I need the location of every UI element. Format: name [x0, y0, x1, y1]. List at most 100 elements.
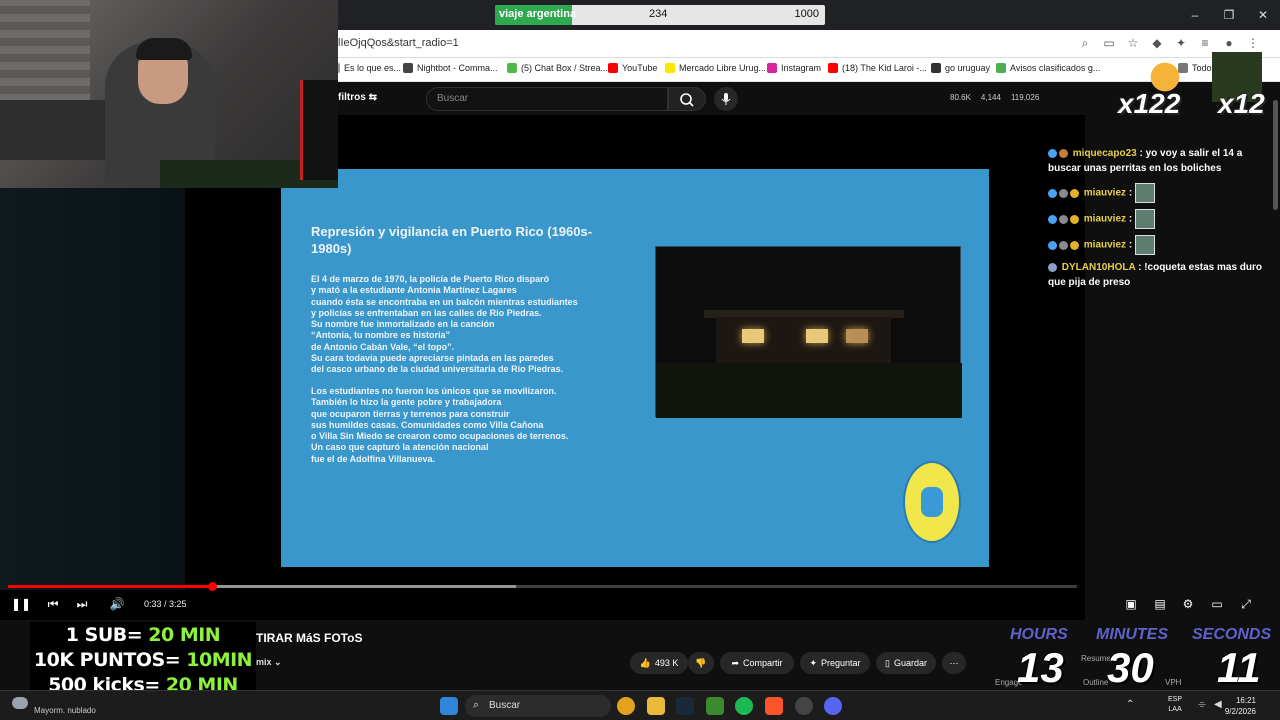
bookmark-item[interactable]: Instagram [767, 63, 821, 73]
subathon-goals: 1 SUB= 20 MIN 10K PUNTOS= 10MIN 500 kick… [30, 622, 256, 698]
settings-gear-icon[interactable]: ⚙ [1180, 596, 1196, 612]
seal-figure [921, 487, 943, 517]
bookmark-label: Todo [1192, 63, 1212, 73]
bookmark-label: (5) Chat Box / Strea... [521, 63, 609, 73]
stream-goal-bar: viaje argentina 234 1000 [495, 5, 825, 25]
network-icon[interactable]: ⌯ [1198, 699, 1206, 710]
menu-list-icon[interactable]: ≡ [1198, 35, 1212, 51]
emote-icon [1134, 209, 1155, 229]
chrome-icon[interactable] [617, 697, 635, 715]
share-button[interactable]: ➦ Compartir [720, 652, 794, 674]
weather-icon[interactable] [12, 697, 28, 709]
bookmark-item[interactable]: Avisos clasificados g... [996, 63, 1100, 73]
bookmark-label: YouTube [622, 63, 658, 73]
search-input[interactable]: Buscar [426, 87, 668, 111]
voice-search-button[interactable] [714, 87, 738, 111]
file-explorer-icon[interactable] [647, 697, 665, 715]
slide-paragraph-1: El 4 de marzo de 1970, la policía de Pue… [311, 274, 578, 375]
search-button[interactable] [668, 87, 706, 111]
chat-username[interactable]: miquecapo23 [1073, 148, 1137, 159]
language-indicator[interactable]: ESP LAA [1168, 695, 1182, 715]
tray-chevron-icon[interactable]: ⌃ [1126, 699, 1134, 710]
bookmark-item[interactable]: Nightbot - Comma... [403, 63, 498, 73]
close-icon[interactable]: ✕ [1246, 0, 1280, 30]
taskbar-search[interactable]: ⌕ Buscar [465, 695, 611, 717]
badge-icon [1048, 240, 1057, 250]
seconds-value: 11 [1217, 644, 1261, 691]
chat-username[interactable]: miauviez [1084, 240, 1126, 251]
previous-icon[interactable]: ⏮ [45, 596, 61, 612]
chat-username[interactable]: miauviez [1084, 214, 1126, 225]
remix-button[interactable]: mix ⌄ [256, 657, 282, 668]
filters-button[interactable]: filtros ⇆ [338, 92, 377, 103]
windows-taskbar: Mayorm. nublado ⌕ Buscar ⌃ ESP LAA ⌯ ◀ 1… [0, 690, 1280, 720]
outline-tab[interactable]: Outline [1083, 678, 1108, 687]
bookmark-icon: ▯ [885, 657, 890, 668]
volume-icon[interactable]: 🔊 [109, 596, 125, 612]
slide-paragraph-2: Los estudiantes no fueron los únicos que… [311, 386, 569, 464]
stream-goal-label: viaje argentina [499, 8, 577, 20]
steam-icon[interactable] [676, 697, 694, 715]
bookmark-item[interactable]: Mercado Libre Urug... [665, 63, 766, 73]
minimize-icon[interactable]: – [1178, 0, 1212, 30]
windows-start-icon[interactable] [440, 697, 458, 715]
obs-icon[interactable] [795, 697, 813, 715]
badge-icon [1070, 240, 1079, 250]
badge-icon [1048, 214, 1057, 224]
bookmark-favicon-icon [507, 63, 517, 73]
like-count: 493 K [654, 658, 679, 668]
bookmark-favicon-icon [608, 63, 618, 73]
stream-goal-current: 234 [649, 8, 668, 20]
badge-icon [1048, 262, 1057, 272]
bookmark-item[interactable]: Es lo que es... [330, 63, 401, 73]
chat-username[interactable]: DYLAN10HOLA [1062, 262, 1136, 273]
next-icon[interactable]: ⏭ [74, 596, 90, 612]
subtitles-icon[interactable]: ▤ [1152, 596, 1168, 612]
bookmark-favicon-icon [828, 63, 838, 73]
more-actions-button[interactable]: ⋯ [942, 652, 966, 674]
dislike-button[interactable]: 👎 [688, 652, 714, 674]
star-icon[interactable]: ☆ [1126, 35, 1140, 51]
chat-message: miauviez : [1048, 209, 1268, 229]
stat-likes: 4,144 [980, 93, 1001, 102]
cast-icon[interactable]: ▭ [1102, 35, 1116, 51]
puzzle-icon[interactable]: ✦ [1174, 35, 1188, 51]
bookmark-item[interactable]: YouTube [608, 63, 657, 73]
profile-avatar[interactable]: ● [1222, 35, 1236, 51]
zoom-icon[interactable]: ⌕ [1078, 35, 1092, 51]
bookmark-item[interactable]: (18) The Kid Laroi -... [828, 63, 927, 73]
chat-username[interactable]: miauviez [1084, 188, 1126, 199]
like-button[interactable]: 👍 493 K [630, 652, 688, 674]
discord-icon[interactable] [824, 697, 842, 715]
ai-summary-icon[interactable]: ▣ [1123, 596, 1139, 612]
filters-label: filtros [338, 92, 366, 103]
bookmark-item[interactable]: go uruguay [931, 63, 990, 73]
taskbar-search-label: Buscar [489, 700, 521, 711]
maximize-icon[interactable]: ❐ [1212, 0, 1246, 30]
brave-icon[interactable] [765, 697, 783, 715]
bookmark-favicon-icon [996, 63, 1006, 73]
emote-icon [1134, 235, 1155, 255]
chat-text: : [1128, 213, 1133, 225]
bed [0, 100, 110, 160]
minecraft-icon[interactable] [706, 697, 724, 715]
kebab-menu-icon[interactable]: ⋮ [1246, 35, 1260, 51]
thumbs-down-icon: 👎 [695, 657, 707, 668]
theater-mode-icon[interactable]: ▭ [1209, 596, 1225, 612]
pause-icon[interactable]: ❚❚ [11, 596, 31, 612]
extension-icon[interactable]: ◆ [1150, 35, 1164, 51]
fullscreen-icon[interactable]: ⤢ [1238, 596, 1254, 612]
url-field[interactable]: lIeOjqQos&start_radio=1 [338, 37, 459, 49]
video-time: 0:33 / 3:25 [144, 599, 187, 609]
vph-tab[interactable]: VPH [1165, 678, 1181, 687]
spotify-icon[interactable] [735, 697, 753, 715]
system-clock[interactable]: 16:21 9/2/2026 [1225, 695, 1256, 717]
bookmark-favicon-icon [403, 63, 413, 73]
stat-subs: 119,026 [1010, 93, 1040, 102]
save-button[interactable]: ▯ Guardar [876, 652, 936, 674]
badge-icon [1070, 214, 1079, 224]
speaker-icon[interactable]: ◀ [1214, 699, 1222, 710]
bookmark-item[interactable]: (5) Chat Box / Strea... [507, 63, 608, 73]
ask-button[interactable]: ✦ Preguntar [800, 652, 870, 674]
scroll-thumb[interactable] [1273, 100, 1278, 210]
